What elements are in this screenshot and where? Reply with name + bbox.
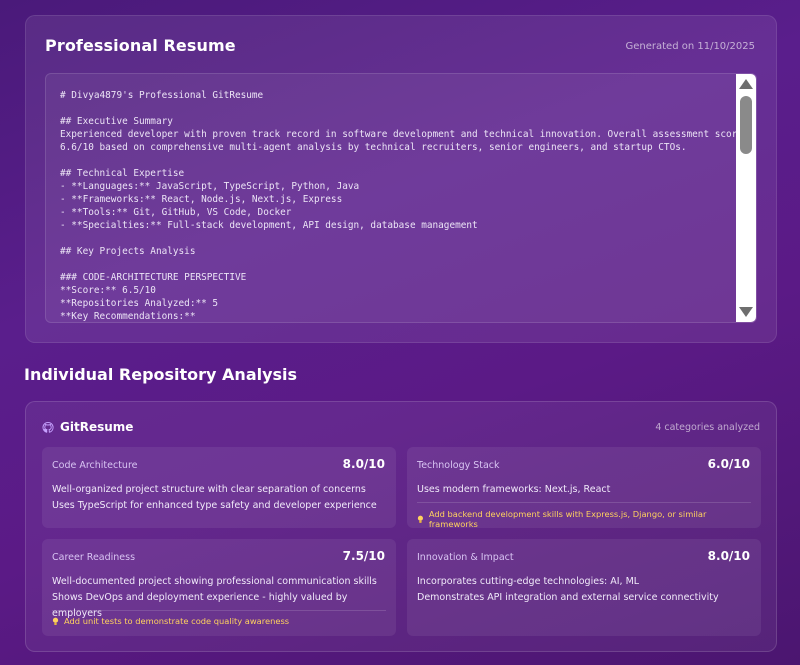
category-score: 6.0/10	[707, 457, 750, 471]
category-tip: Add unit tests to demonstrate code quali…	[52, 616, 386, 626]
finding-line: Demonstrates API integration and externa…	[417, 592, 719, 603]
scrollbar-thumb[interactable]	[740, 96, 752, 154]
lightbulb-icon	[52, 617, 59, 625]
category-score: 8.0/10	[707, 549, 750, 563]
category-score: 7.5/10	[342, 549, 385, 563]
finding-line: Well-organized project structure with cl…	[52, 484, 366, 495]
category-divider	[52, 610, 386, 611]
category-name: Technology Stack	[417, 460, 500, 471]
category-divider	[417, 502, 751, 503]
github-icon	[42, 421, 54, 433]
category-name: Career Readiness	[52, 552, 136, 563]
section-title: Individual Repository Analysis	[24, 365, 298, 384]
vertical-scrollbar[interactable]	[736, 74, 756, 322]
repo-card: GitResume 4 categories analyzed Code Arc…	[25, 401, 777, 652]
category-name: Innovation & Impact	[417, 552, 514, 563]
category-card-innovation-impact: Innovation & Impact 8.0/10 Incorporates …	[407, 539, 761, 636]
resume-markdown-text: # Divya4879's Professional GitResume ## …	[60, 90, 736, 322]
resume-content-area[interactable]: # Divya4879's Professional GitResume ## …	[46, 74, 736, 322]
generated-date: Generated on 11/10/2025	[625, 41, 755, 52]
category-name: Code Architecture	[52, 460, 138, 471]
resume-card: Professional Resume Generated on 11/10/2…	[25, 15, 777, 343]
resume-textarea[interactable]: # Divya4879's Professional GitResume ## …	[45, 73, 757, 323]
finding-line: Uses modern frameworks: Next.js, React	[417, 484, 611, 495]
finding-line: Uses TypeScript for enhanced type safety…	[52, 500, 377, 511]
repo-header: GitResume	[42, 420, 133, 434]
category-card-technology-stack: Technology Stack 6.0/10 Uses modern fram…	[407, 447, 761, 529]
repo-name: GitResume	[60, 420, 134, 434]
category-findings: Incorporates cutting-edge technologies: …	[417, 574, 751, 606]
resume-title: Professional Resume	[45, 36, 236, 55]
category-findings: Well-organized project structure with cl…	[52, 482, 386, 514]
categories-count: 4 categories analyzed	[655, 422, 760, 433]
finding-line: Incorporates cutting-edge technologies: …	[417, 576, 640, 587]
category-tip: Add backend development skills with Expr…	[417, 509, 751, 529]
finding-line: Well-documented project showing professi…	[52, 576, 377, 587]
category-card-career-readiness: Career Readiness 7.5/10 Well-documented …	[42, 539, 396, 636]
category-findings: Well-documented project showing professi…	[52, 574, 386, 622]
category-findings: Uses modern frameworks: Next.js, React	[417, 482, 751, 498]
scroll-down-arrow-icon[interactable]	[739, 307, 753, 317]
category-score: 8.0/10	[342, 457, 385, 471]
tip-text: Add unit tests to demonstrate code quali…	[64, 616, 290, 626]
lightbulb-icon	[417, 515, 423, 523]
tip-text: Add backend development skills with Expr…	[428, 509, 707, 529]
category-card-code-architecture: Code Architecture 8.0/10 Well-organized …	[42, 447, 396, 528]
scroll-up-arrow-icon[interactable]	[739, 79, 753, 89]
